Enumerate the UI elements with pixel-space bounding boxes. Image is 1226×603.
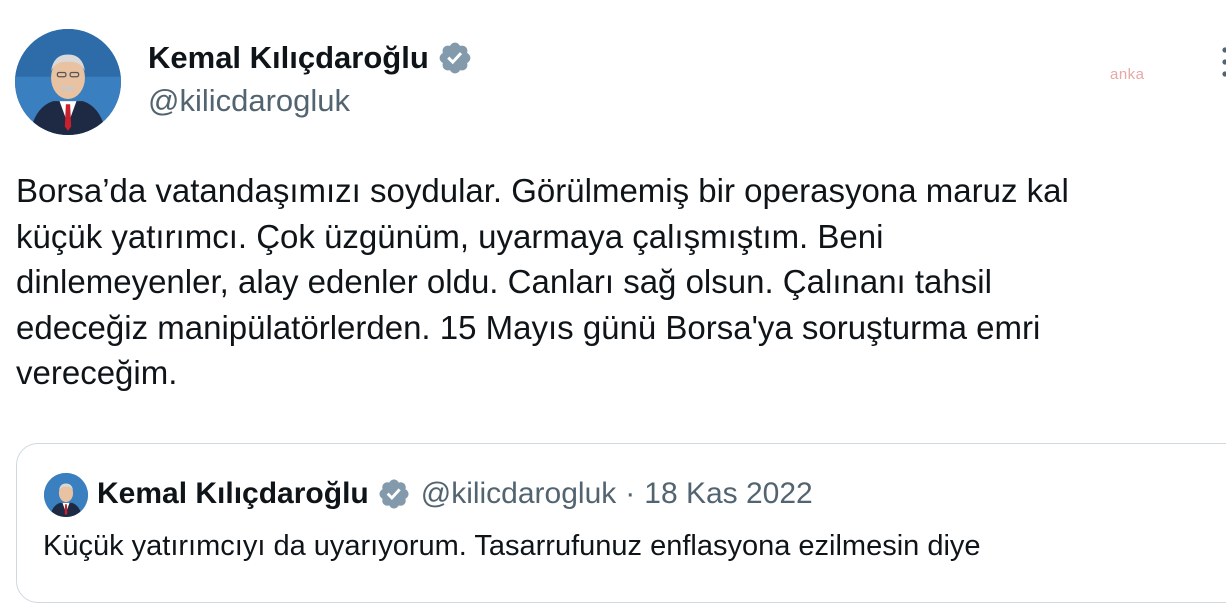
author-name-row: Kemal Kılıçdaroğlu xyxy=(148,38,473,78)
author-handle[interactable]: @kilicdarogluk xyxy=(148,83,350,119)
tweet-text: Borsa’da vatandaşımızı soydular. Görülme… xyxy=(16,172,1069,391)
author-avatar[interactable] xyxy=(15,29,121,135)
quoted-tweet-date[interactable]: 18 Kas 2022 xyxy=(644,477,812,511)
profile-photo-icon xyxy=(44,473,88,517)
quoted-author-handle[interactable]: @kilicdarogluk xyxy=(421,477,617,511)
quoted-author-name[interactable]: Kemal Kılıçdaroğlu xyxy=(97,477,369,511)
profile-photo-icon xyxy=(15,29,121,135)
watermark: anka xyxy=(1110,66,1145,83)
author-display-name[interactable]: Kemal Kılıçdaroğlu xyxy=(148,40,429,76)
quoted-tweet-text: Küçük yatırımcıyı da uyarıyorum. Tasarru… xyxy=(43,530,981,562)
quoted-tweet-card[interactable]: Kemal Kılıçdaroğlu @kilicdarogluk · 18 K… xyxy=(16,443,1226,603)
quoted-tweet-header: Kemal Kılıçdaroğlu @kilicdarogluk · 18 K… xyxy=(97,474,813,514)
separator-dot: · xyxy=(625,477,636,510)
quoted-author-avatar[interactable] xyxy=(44,473,88,517)
verified-badge-icon[interactable] xyxy=(437,40,473,76)
verified-badge-icon[interactable] xyxy=(377,477,411,511)
more-options-icon[interactable] xyxy=(1213,44,1226,80)
